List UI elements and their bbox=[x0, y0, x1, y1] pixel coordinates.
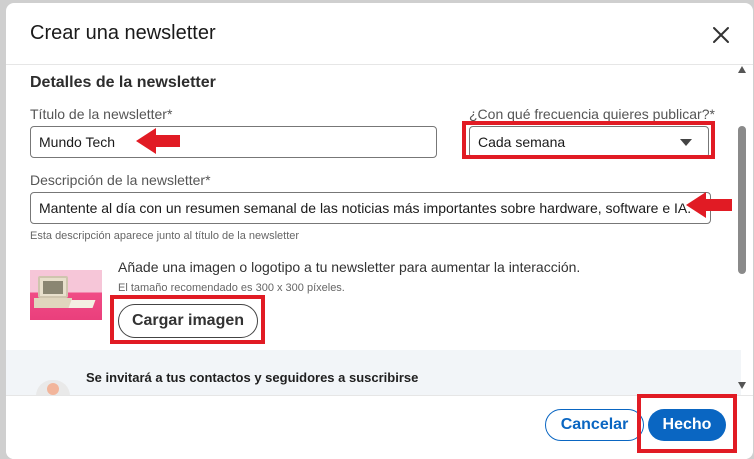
dialog-footer: Cancelar Hecho bbox=[6, 395, 753, 459]
newsletter-title-input[interactable] bbox=[30, 126, 437, 158]
dialog-title: Crear una newsletter bbox=[30, 22, 216, 44]
dialog-body[interactable]: Detalles de la newsletter Título de la n… bbox=[6, 66, 753, 396]
newsletter-dialog: Crear una newsletter Detalles de la news… bbox=[6, 3, 753, 459]
dialog-header: Crear una newsletter bbox=[6, 3, 753, 65]
scroll-thumb[interactable] bbox=[738, 126, 746, 274]
scroll-up-icon[interactable] bbox=[738, 66, 746, 73]
frequency-select[interactable]: Cada semana bbox=[469, 126, 709, 158]
image-description: Añade una imagen o logotipo a tu newslet… bbox=[118, 259, 581, 275]
section-title: Detalles de la newsletter bbox=[30, 74, 216, 91]
done-button[interactable]: Hecho bbox=[648, 409, 726, 441]
caret-down-icon bbox=[680, 138, 692, 146]
title-label: Título de la newsletter* bbox=[30, 106, 173, 122]
newsletter-image-thumbnail bbox=[30, 270, 102, 320]
image-size-hint: El tamaño recomendado es 300 x 300 píxel… bbox=[118, 282, 345, 294]
close-button[interactable] bbox=[711, 25, 731, 45]
close-icon bbox=[713, 27, 729, 43]
invite-panel: Se invitará a tus contactos y seguidores… bbox=[6, 350, 741, 396]
description-label: Descripción de la newsletter* bbox=[30, 172, 211, 188]
scrollbar[interactable] bbox=[736, 66, 748, 395]
description-hint: Esta descripción aparece junto al título… bbox=[30, 230, 300, 242]
newsletter-description-input[interactable] bbox=[30, 192, 711, 224]
frequency-value: Cada semana bbox=[478, 134, 566, 150]
upload-image-button[interactable]: Cargar imagen bbox=[118, 304, 258, 338]
cancel-button[interactable]: Cancelar bbox=[545, 409, 644, 441]
scroll-down-icon[interactable] bbox=[738, 382, 746, 389]
invite-avatar-icon bbox=[36, 380, 70, 396]
invite-text: Se invitará a tus contactos y seguidores… bbox=[86, 370, 419, 385]
frequency-label: ¿Con qué frecuencia quieres publicar?* bbox=[469, 106, 715, 122]
